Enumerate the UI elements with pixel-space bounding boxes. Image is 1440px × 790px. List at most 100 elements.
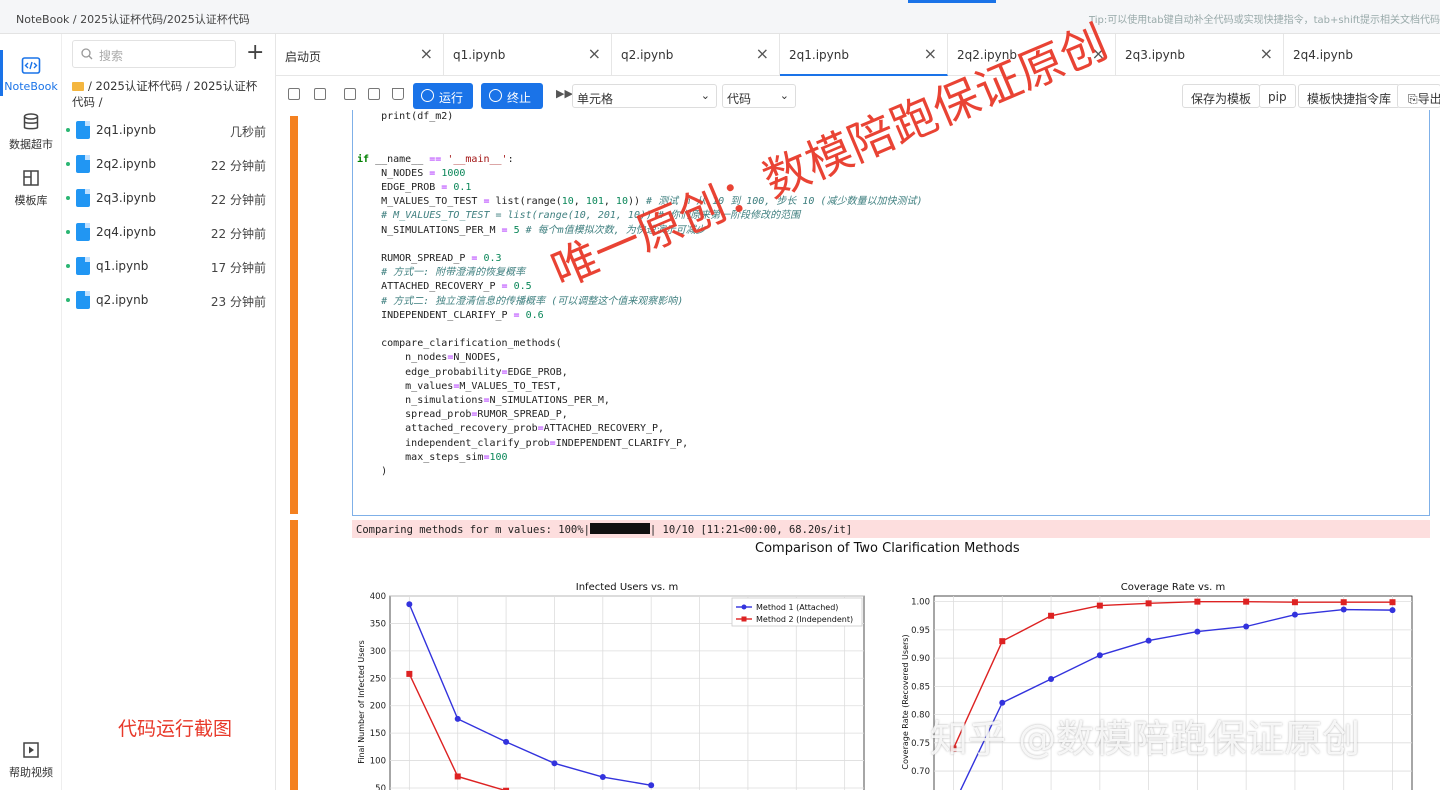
tab-label: 2q4.ipynb <box>1293 48 1353 62</box>
save-template-label: 保存为模板 <box>1191 92 1252 106</box>
run-label: 运行 <box>439 91 464 105</box>
data-point <box>454 773 461 780</box>
y-tick-label: 350 <box>370 619 386 629</box>
nav-label: 帮助视频 <box>9 766 53 779</box>
y-tick-label: 400 <box>370 592 386 602</box>
close-icon[interactable]: × <box>588 44 601 63</box>
y-tick-label: 0.85 <box>911 682 930 692</box>
nav-item-help-video[interactable]: 帮助视频 <box>0 740 62 780</box>
chevron-down-icon: ⌄ <box>700 89 710 102</box>
status-dot <box>66 264 70 268</box>
progress-suffix: | 10/10 [11:21<00:00, 68.20s/it] <box>649 524 853 536</box>
delete-icon[interactable] <box>392 88 404 100</box>
code-cell[interactable]: print(df_m2) if __name__ == '__main__': … <box>352 110 1430 516</box>
nav-item-notebook[interactable]: NoteBook <box>0 50 62 96</box>
file-item[interactable]: 2q4.ipynb 22 分钟前 <box>62 218 276 248</box>
caption-text: 代码运行截图 <box>118 718 233 740</box>
file-item[interactable]: q2.ipynb 23 分钟前 <box>62 286 276 316</box>
file-name: 2q3.ipynb <box>96 191 156 205</box>
tip-text: Tip:可以使用tab键自动补全代码或实现快捷指令，tab+shift提示相关文… <box>1088 15 1440 26</box>
tab-2q3[interactable]: 2q3.ipynb × <box>1116 34 1284 76</box>
y-tick-label: 100 <box>370 757 386 767</box>
notebook-file-icon <box>76 189 90 207</box>
notebook-file-icon <box>76 291 90 309</box>
type-select-value: 代码 <box>727 92 752 106</box>
file-item[interactable]: 2q3.ipynb 22 分钟前 <box>62 184 276 214</box>
tab-launcher[interactable]: 启动页 × <box>276 34 444 76</box>
data-point <box>503 738 510 745</box>
file-item[interactable]: q1.ipynb 17 分钟前 <box>62 252 276 282</box>
tab-2q1[interactable]: 2q1.ipynb × <box>780 34 948 76</box>
data-point <box>599 774 606 781</box>
tab-label: 2q1.ipynb <box>789 48 849 62</box>
type-select[interactable]: 代码 ⌄ <box>722 84 796 108</box>
cell-select[interactable]: 单元格 ⌄ <box>572 84 717 108</box>
status-dot <box>66 196 70 200</box>
breadcrumb[interactable]: NoteBook / 2025认证杯代码/2025认证杯代码 <box>16 11 250 27</box>
y-tick-label: 0.95 <box>911 626 930 636</box>
nav-label: 数据超市 <box>9 138 53 151</box>
template-cmd-label: 模板快捷指令库 <box>1307 92 1392 106</box>
close-icon[interactable]: × <box>420 44 433 63</box>
fast-forward-icon[interactable]: ▶▶ <box>556 87 573 100</box>
save-template-button[interactable]: 保存为模板 <box>1182 84 1261 108</box>
file-name: q1.ipynb <box>96 259 149 273</box>
tab-label: q1.ipynb <box>453 48 506 62</box>
data-point <box>1340 606 1347 613</box>
data-point <box>1389 607 1396 614</box>
nav-item-template[interactable]: 模板库 <box>0 168 62 208</box>
new-file-button[interactable]: + <box>246 40 264 66</box>
file-item[interactable]: 2q2.ipynb 22 分钟前 <box>62 150 276 180</box>
database-icon <box>23 113 39 130</box>
search-icon <box>81 48 93 60</box>
move-down-icon[interactable] <box>368 88 380 100</box>
data-point <box>1096 602 1103 609</box>
export-button[interactable]: ⎘导出 <box>1397 84 1440 108</box>
data-point <box>406 670 413 677</box>
data-point <box>1389 599 1396 606</box>
tab-q1[interactable]: q1.ipynb × <box>444 34 612 76</box>
move-up-icon[interactable] <box>344 88 356 100</box>
top-bar: NoteBook / 2025认证杯代码/2025认证杯代码 Tip:可以使用t… <box>0 0 1440 34</box>
template-cmd-button[interactable]: 模板快捷指令库 <box>1298 84 1401 108</box>
close-icon[interactable]: × <box>1260 44 1273 63</box>
y-tick-label: 0.75 <box>911 739 930 749</box>
nav-item-data-market[interactable]: 数据超市 <box>0 112 62 152</box>
y-tick-label: 0.80 <box>911 711 930 721</box>
cell-select-value: 单元格 <box>577 92 614 106</box>
infected-users-chart: Infected Users vs. m 50 100 150 200 250 300 350… <box>357 582 865 790</box>
tab-q2[interactable]: q2.ipynb × <box>612 34 780 76</box>
legend-marker <box>741 604 747 610</box>
status-dot <box>66 128 70 132</box>
add-cell-icon[interactable] <box>314 88 326 100</box>
y-tick-label: 300 <box>370 647 386 657</box>
y-tick-label: 1.00 <box>911 598 930 608</box>
pip-label: pip <box>1268 90 1287 104</box>
data-point <box>1048 676 1055 683</box>
run-button[interactable]: 运行 <box>413 83 473 109</box>
data-point <box>1194 628 1201 635</box>
file-time: 23 分钟前 <box>210 295 266 309</box>
close-icon[interactable]: × <box>924 44 937 63</box>
chart-title: Coverage Rate vs. m <box>1121 582 1225 593</box>
cell-marker[interactable] <box>290 520 298 790</box>
data-point <box>406 601 413 608</box>
close-icon[interactable]: × <box>756 44 769 63</box>
pip-button[interactable]: pip <box>1259 84 1296 108</box>
y-tick-label: 0.90 <box>911 654 930 664</box>
file-item[interactable]: 2q1.ipynb 几秒前 <box>62 116 276 146</box>
progress-prefix: Comparing methods for m values: 100%| <box>356 524 590 536</box>
tab-2q4[interactable]: 2q4.ipynb <box>1284 34 1440 76</box>
search-input[interactable]: 搜索 <box>72 40 236 68</box>
file-time: 22 分钟前 <box>210 193 266 207</box>
legend-label: Method 1 (Attached) <box>756 603 838 612</box>
tab-label: 启动页 <box>285 50 322 64</box>
stop-button[interactable]: 终止 <box>481 83 543 109</box>
data-point <box>454 715 461 722</box>
save-icon[interactable] <box>288 88 300 100</box>
cell-marker[interactable] <box>290 116 298 514</box>
notebook-file-icon <box>76 155 90 173</box>
data-point <box>1291 599 1298 606</box>
progress-bar <box>589 523 650 534</box>
file-time: 22 分钟前 <box>210 159 266 173</box>
